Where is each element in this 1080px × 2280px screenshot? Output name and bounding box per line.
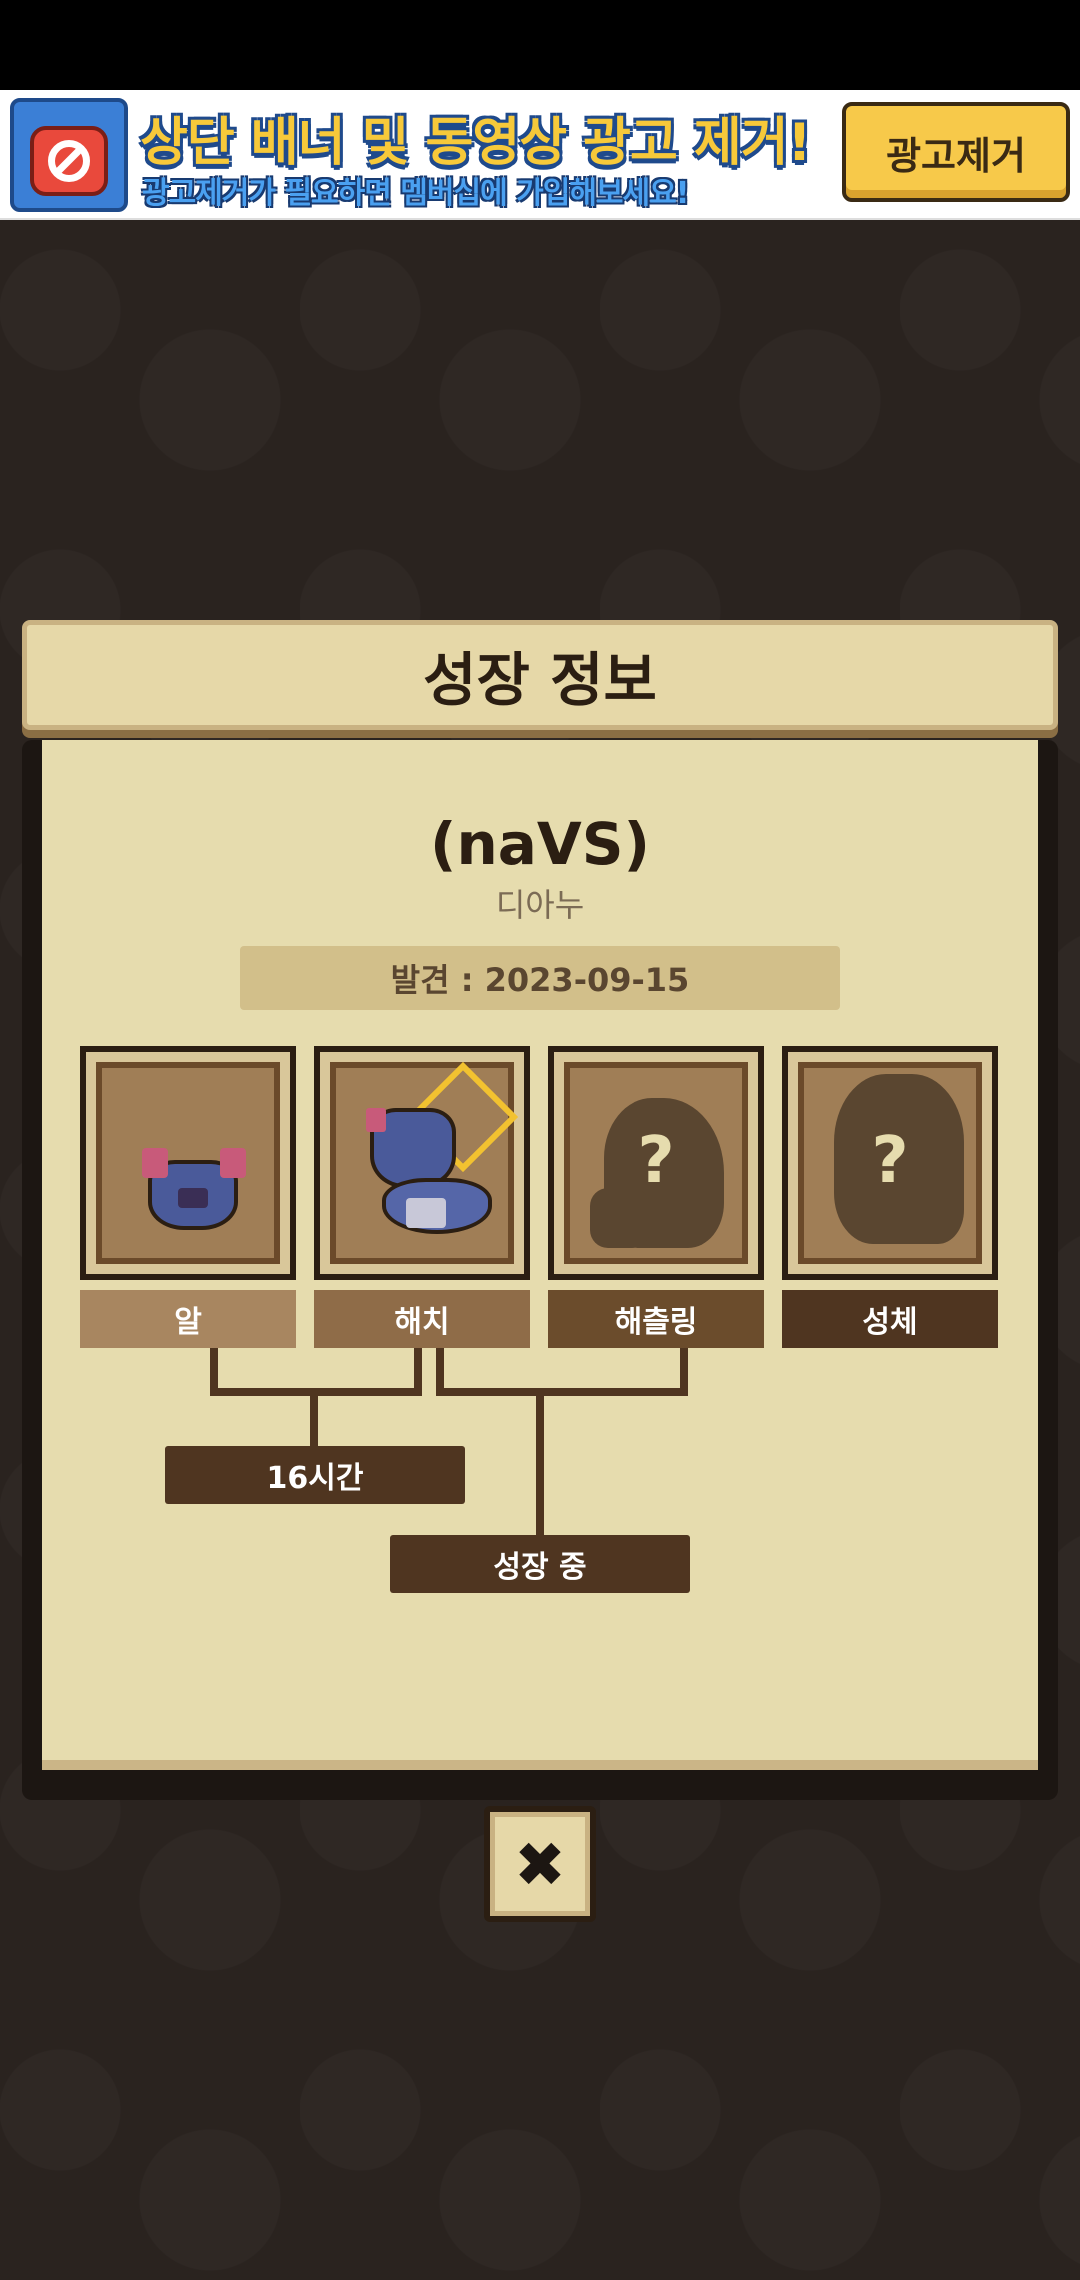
stage-card-egg[interactable] [80, 1046, 296, 1280]
remove-ads-button[interactable]: 광고제거 [842, 102, 1070, 202]
connector-line [680, 1348, 688, 1396]
stage-card-hatch[interactable] [314, 1046, 530, 1280]
character-name: (naVS) [429, 810, 651, 878]
discovered-date: 발견 : 2023-09-15 [240, 946, 840, 1010]
connector-line [310, 1392, 318, 1448]
stage-label-adult: 성체 [782, 1290, 998, 1348]
panel-title: 성장 정보 [423, 646, 657, 714]
close-button[interactable]: ✖ [484, 1806, 596, 1922]
growth-status: 성장 중 [390, 1535, 690, 1593]
connector-line [414, 1348, 422, 1396]
ad-title: 상단 배너 및 동영상 광고 제거! [140, 113, 811, 173]
panel-header: 성장 정보 [22, 620, 1058, 730]
ad-banner[interactable]: 상단 배너 및 동영상 광고 제거! 광고제거가 필요하면 멤버십에 가입해보세… [0, 90, 1080, 220]
stage-card-adult[interactable]: ? [782, 1046, 998, 1280]
unknown-mark: ? [871, 1124, 909, 1198]
stage-label-hatch: 해치 [314, 1290, 530, 1348]
growth-duration: 16시간 [165, 1446, 465, 1504]
connector-line [436, 1388, 688, 1396]
stage-label-hatchling: 해츨링 [548, 1290, 764, 1348]
stage-card-hatchling[interactable]: ? [548, 1046, 764, 1280]
unknown-mark: ? [637, 1124, 675, 1198]
character-species: 디아누 [495, 886, 585, 924]
close-icon: ✖ [514, 1827, 566, 1901]
ad-subtitle: 광고제거가 필요하면 멤버십에 가입해보세요! [142, 176, 689, 211]
stage-label-egg: 알 [80, 1290, 296, 1348]
growth-panel-body: (naVS) 디아누 발견 : 2023-09-15 알 해치 ? 해츨링 ? … [42, 740, 1038, 1770]
no-ads-icon [10, 98, 128, 212]
status-bar [0, 0, 1080, 90]
connector-line [536, 1392, 544, 1538]
